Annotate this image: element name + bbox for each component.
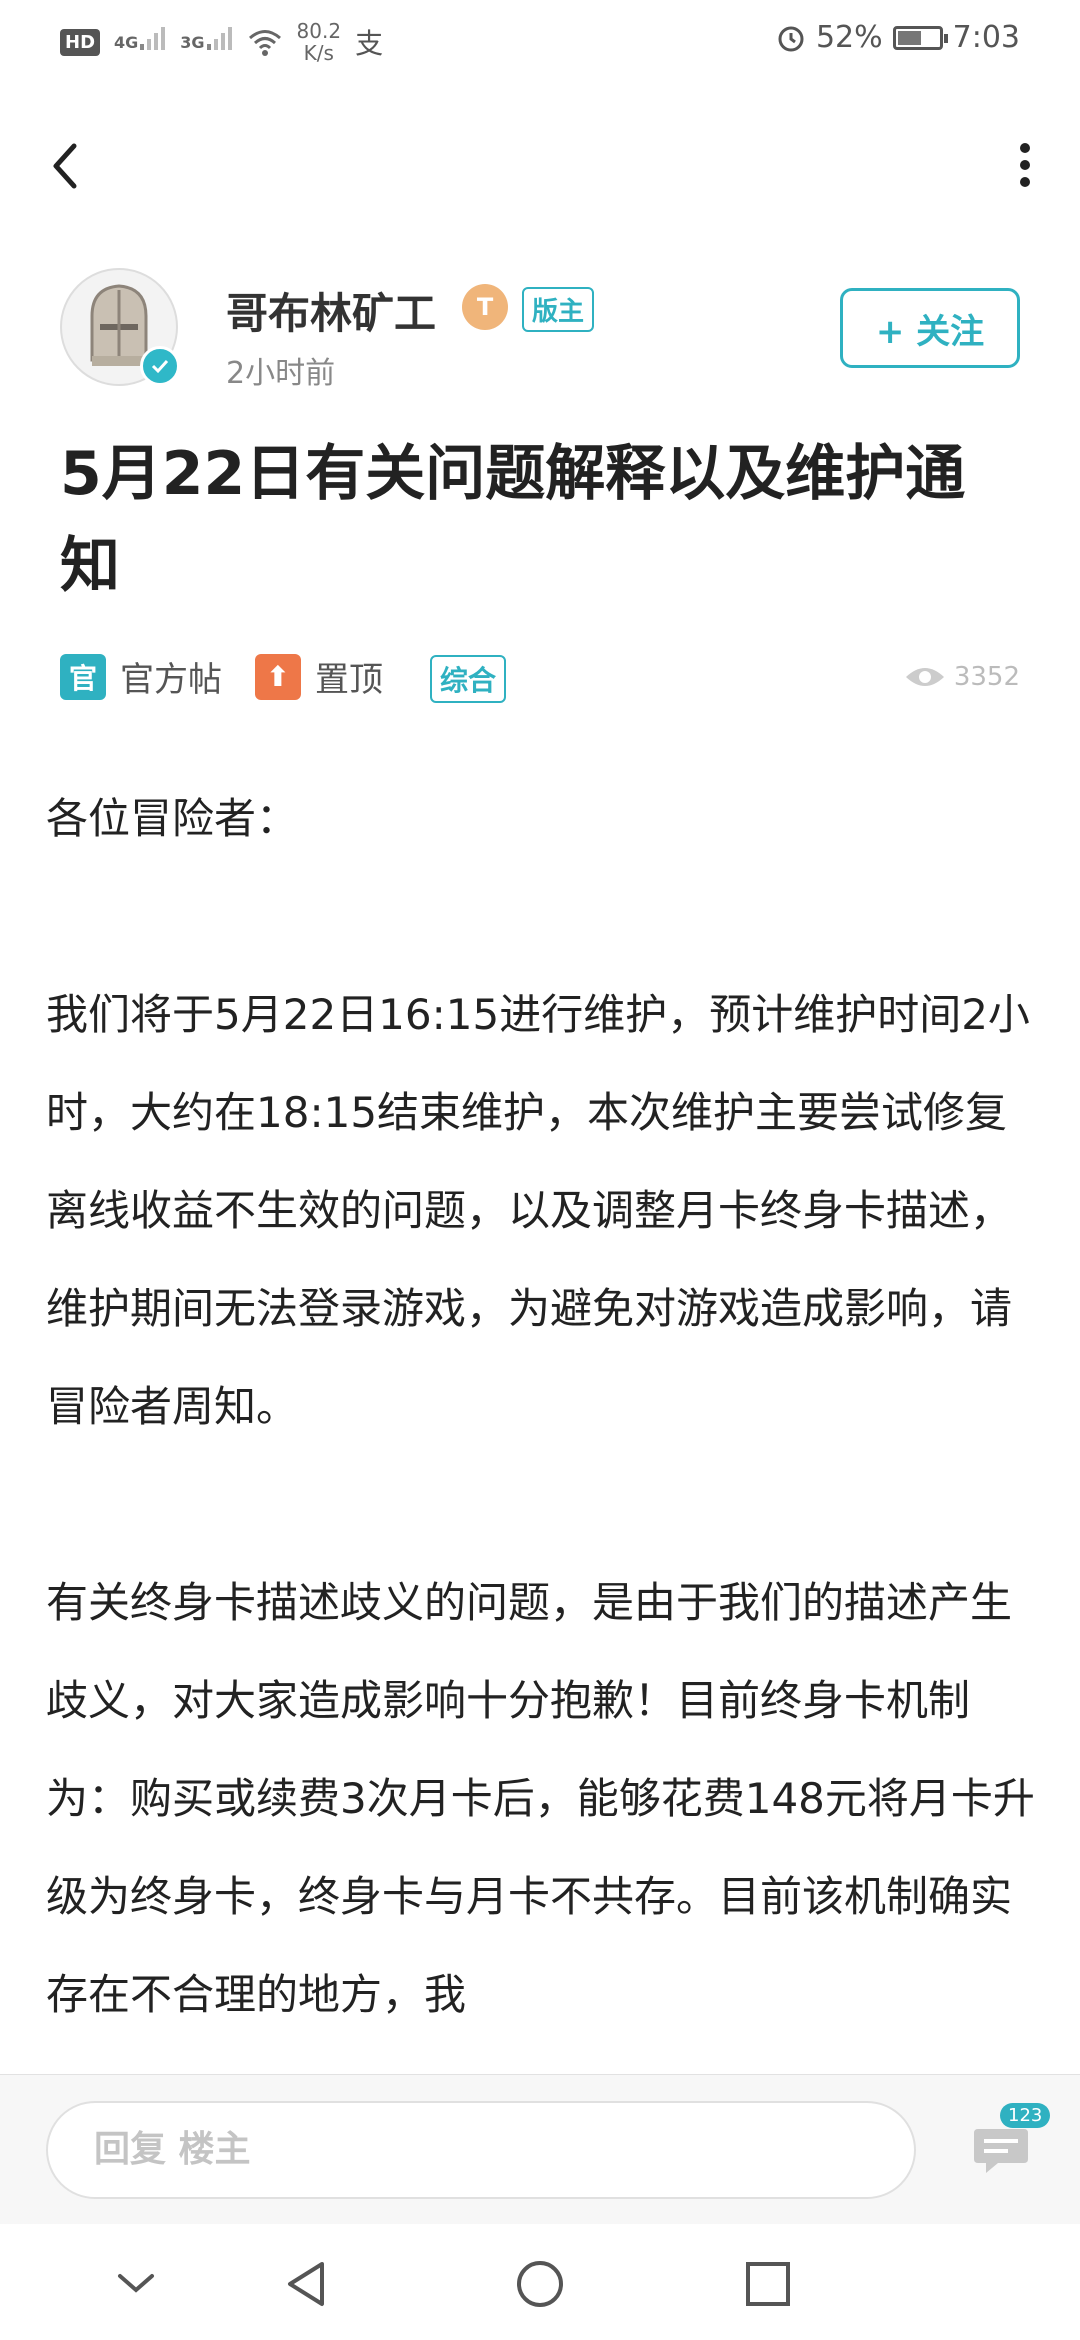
signal-bars-icon <box>206 26 232 50</box>
post-tags: 官 官方帖 ⬆ 置顶 综合 3352 <box>60 652 1020 708</box>
status-left: HD 4G 3G 80.2 K/s 支 <box>60 20 383 64</box>
status-bar: HD 4G 3G 80.2 K/s 支 52% 7:03 <box>0 0 1080 84</box>
battery-icon <box>892 25 948 50</box>
collapse-chevron-icon[interactable] <box>106 2254 166 2314</box>
official-tag-label: 官方帖 <box>120 660 222 700</box>
official-tag: 官 官方帖 <box>60 652 222 701</box>
network-type-1: 4G <box>114 32 139 52</box>
battery-percent: 52% <box>815 20 883 55</box>
eye-icon <box>905 668 944 686</box>
network-speed: 80.2 K/s <box>296 19 342 65</box>
reply-bar: 回复 楼主 123 <box>0 2074 1080 2225</box>
signal-sim2: 3G <box>180 26 232 52</box>
system-recents-icon[interactable] <box>738 2254 798 2314</box>
greeting-paragraph: 各位冒险者： <box>46 794 299 843</box>
system-home-icon[interactable] <box>510 2254 570 2314</box>
pin-up-arrow-icon: ⬆ <box>255 653 301 700</box>
category-tag[interactable]: 综合 <box>430 655 507 703</box>
comment-bubble-icon[interactable] <box>970 2123 1032 2179</box>
moderator-badge: 版主 <box>522 287 595 332</box>
reply-input[interactable]: 回复 楼主 <box>46 2101 916 2199</box>
network-type-2: 3G <box>180 32 205 52</box>
follow-button[interactable]: + 关注 <box>840 288 1020 368</box>
verified-badge-icon <box>140 346 180 386</box>
pinned-tag: ⬆ 置顶 <box>255 652 383 701</box>
post-time: 2小时前 <box>226 356 336 391</box>
official-icon: 官 <box>60 653 106 700</box>
comment-count-badge: 123 <box>1000 2103 1051 2128</box>
avatar[interactable] <box>60 268 180 386</box>
author-name[interactable]: 哥布林矿工 <box>226 280 436 341</box>
system-navigation-bar <box>0 2224 1080 2340</box>
view-count: 3352 <box>904 662 1020 692</box>
post-title: 5月22日有关问题解释以及维护通知 <box>60 439 966 601</box>
level-badge: T <box>462 284 508 330</box>
back-arrow-icon <box>53 143 77 189</box>
clock: 7:03 <box>952 20 1020 55</box>
pinned-tag-label: 置顶 <box>315 660 383 700</box>
more-options-button[interactable] <box>1000 132 1050 198</box>
top-nav <box>0 120 1080 210</box>
signal-sim1: 4G <box>114 26 166 52</box>
wifi-icon <box>248 30 281 56</box>
alarm-icon <box>778 26 804 51</box>
back-button[interactable] <box>40 132 100 198</box>
maintenance-paragraph: 我们将于5月22日16:15进行维护，预计维护时间2小时，大约在18:15结束维… <box>46 990 1030 1431</box>
system-back-icon[interactable] <box>278 2254 338 2314</box>
lifetime-card-paragraph: 有关终身卡描述歧义的问题，是由于我们的描述产生歧义，对大家造成影响十分抱歉！目前… <box>46 1578 1035 2019</box>
signal-bars-icon <box>140 26 166 50</box>
status-right: 52% 7:03 <box>776 20 1020 55</box>
payment-indicator: 支 <box>355 27 384 60</box>
post-content: 各位冒险者： 我们将于5月22日16:15进行维护，预计维护时间2小时，大约在1… <box>46 770 1036 2044</box>
view-count-value: 3352 <box>953 662 1020 692</box>
more-vertical-icon <box>1020 143 1030 187</box>
hd-indicator: HD <box>60 28 101 56</box>
